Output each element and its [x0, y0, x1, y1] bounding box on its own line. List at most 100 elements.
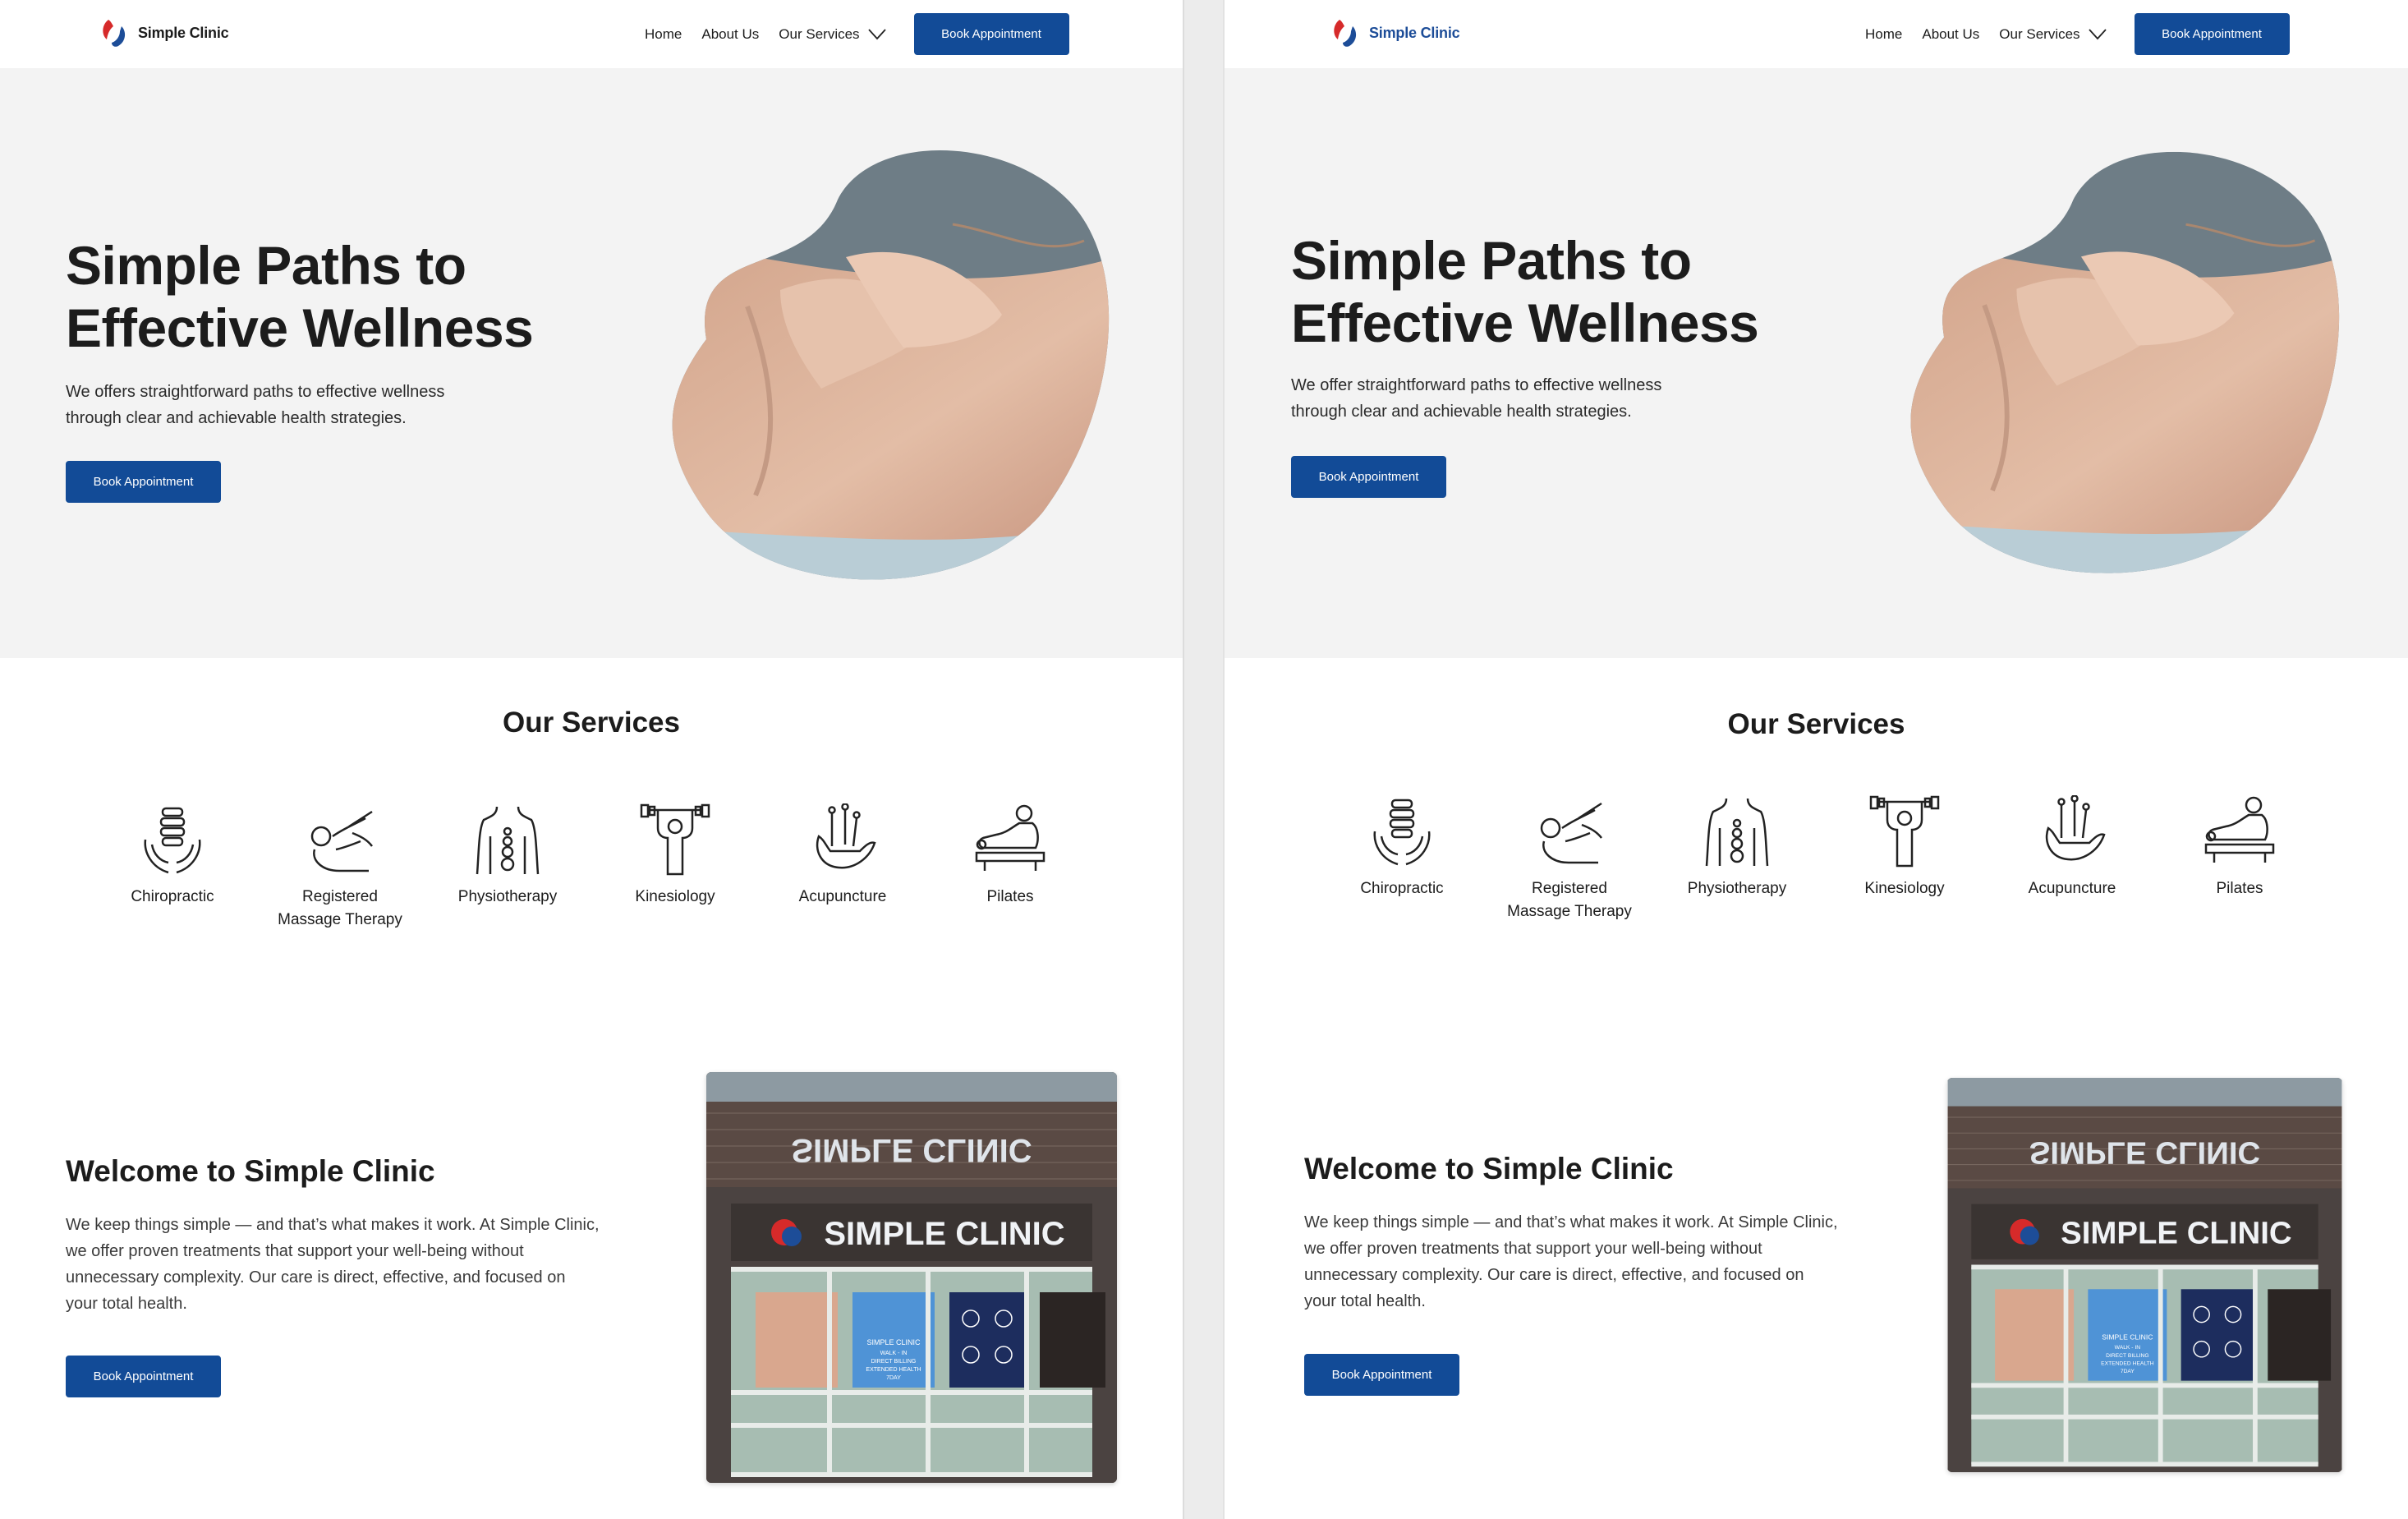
clinic-storefront-photo: SIMPLE CLINIC SIMPLE CLINIC SIMPLE CLINI… [706, 1072, 1117, 1483]
poster-text-4: EXTENDED HEALTH [2101, 1360, 2154, 1366]
service-label: Pilates [986, 888, 1034, 905]
design-panel-right: Simple Clinic Home About Us Our Services… [1225, 0, 2408, 1519]
service-kinesiology[interactable]: Kinesiology [591, 803, 759, 932]
book-appointment-welcome-button[interactable]: Book Appointment [66, 1356, 221, 1397]
service-label: Kinesiology [635, 888, 715, 905]
service-physiotherapy[interactable]: Physiotherapy [424, 803, 591, 932]
massage-icon [1540, 802, 1602, 864]
poster-text-1: SIMPLE CLINIC [2102, 1333, 2153, 1342]
brand-name: Simple Clinic [1369, 24, 1460, 41]
hero-title-line2: Effective Wellness [66, 297, 534, 358]
spine-hands-icon [144, 807, 201, 874]
chevron-down-icon [2088, 28, 2107, 39]
nav-services-dropdown[interactable]: Our Services [779, 25, 886, 43]
service-label: Registered Massage Therapy [1507, 880, 1632, 920]
hero-subtitle: We offer straightforward paths to effect… [1291, 372, 1751, 425]
nav-about[interactable]: About Us [701, 26, 759, 43]
hero-subtitle-line1: We offer straightforward paths to effect… [1291, 376, 1662, 394]
weightlifter-icon [1869, 795, 1940, 868]
service-label: Chiropractic [1360, 880, 1444, 897]
sign-reflection: SIMPLE CLINIC [2029, 1135, 2260, 1171]
hero-section: Simple Paths to Effective Wellness We of… [0, 68, 1183, 658]
clinic-sign: SIMPLE CLINIC [824, 1216, 1064, 1252]
book-appointment-hero-button[interactable]: Book Appointment [1291, 456, 1446, 498]
service-label: Pilates [2216, 880, 2263, 897]
book-appointment-hero-button[interactable]: Book Appointment [66, 461, 221, 503]
hero-subtitle-line1: We offers straightforward paths to effec… [66, 383, 445, 401]
nav-about[interactable]: About Us [1922, 26, 1979, 43]
chevron-down-icon [867, 28, 886, 39]
service-label: Registered Massage Therapy [278, 888, 402, 928]
reformer-icon [2204, 796, 2275, 863]
site-header: Simple Clinic Home About Us Our Services… [0, 0, 1183, 68]
welcome-body: We keep things simple — and that’s what … [66, 1216, 600, 1313]
poster-text-2: WALK - IN [2115, 1345, 2141, 1351]
service-label: Physiotherapy [1687, 880, 1787, 897]
main-nav: Home About Us Our Services Book Appointm… [1865, 13, 2290, 55]
services-title: Our Services [503, 707, 680, 739]
hero-title-line2: Effective Wellness [1291, 292, 1759, 353]
design-panel-left: Simple Clinic Home About Us Our Services… [0, 0, 1183, 1519]
service-pilates[interactable]: Pilates [2156, 795, 2323, 923]
hero-section: Simple Paths to Effective Wellness We of… [1225, 68, 2408, 658]
poster-text-2: WALK - IN [880, 1351, 908, 1356]
service-pilates[interactable]: Pilates [926, 803, 1094, 932]
hero-title-line1: Simple Paths to [1291, 230, 1692, 291]
hero-subtitle-line2: through clear and achievable health stra… [1291, 403, 1632, 421]
book-appointment-nav-button[interactable]: Book Appointment [913, 13, 1069, 55]
book-appointment-welcome-button[interactable]: Book Appointment [1304, 1354, 1459, 1396]
brand-name: Simple Clinic [138, 24, 229, 41]
massage-icon [310, 810, 373, 872]
massage-photo-blob [1910, 151, 2340, 573]
welcome-body: We keep things simple — and that’s what … [1304, 1213, 1838, 1310]
welcome-title: Welcome to Simple Clinic [1304, 1152, 1674, 1185]
weightlifter-icon [640, 803, 710, 876]
service-label: Chiropractic [131, 888, 214, 905]
service-acupuncture[interactable]: Acupuncture [759, 803, 926, 932]
service-chiropractic[interactable]: Chiropractic [1318, 795, 1486, 923]
poster-text-1: SIMPLE CLINIC [866, 1338, 921, 1346]
nav-home[interactable]: Home [645, 26, 682, 43]
poster-text-5: 7DAY [886, 1375, 901, 1381]
hero-title: Simple Paths to Effective Wellness [1291, 229, 1759, 354]
service-label: Physiotherapy [457, 888, 558, 905]
needles-hand-icon [2045, 795, 2106, 861]
spine-hands-icon [1373, 799, 1431, 866]
service-kinesiology[interactable]: Kinesiology [1821, 795, 1988, 923]
brand-logo[interactable]: Simple Clinic [1328, 15, 1460, 51]
book-appointment-nav-button[interactable]: Book Appointment [2134, 13, 2290, 55]
service-label: Acupuncture [2028, 880, 2116, 897]
hero-subtitle: We offers straightforward paths to effec… [66, 379, 526, 431]
service-acupuncture[interactable]: Acupuncture [1988, 795, 2156, 923]
clinic-storefront-photo: SIMPLE CLINIC SIMPLE CLINIC SIMPLE CLINI… [1947, 1078, 2342, 1472]
poster-text-3: DIRECT BILLING [871, 1359, 917, 1365]
torso-icon [476, 806, 540, 875]
service-physiotherapy[interactable]: Physiotherapy [1653, 795, 1821, 923]
site-header: Simple Clinic Home About Us Our Services… [1225, 0, 2408, 68]
hero-title: Simple Paths to Effective Wellness [66, 234, 534, 359]
sign-reflection: SIMPLE CLINIC [791, 1132, 1032, 1168]
service-label: Kinesiology [1864, 880, 1945, 897]
services-title: Our Services [1727, 708, 1905, 740]
poster-text-5: 7DAY [2121, 1369, 2135, 1374]
welcome-title: Welcome to Simple Clinic [66, 1154, 435, 1188]
nav-services-label: Our Services [779, 25, 860, 42]
service-massage[interactable]: Registered Massage Therapy [256, 803, 424, 932]
nav-services-label: Our Services [1999, 25, 2080, 42]
torso-icon [1705, 798, 1769, 867]
clinic-logo-icon [103, 20, 126, 47]
nav-home[interactable]: Home [1865, 26, 1902, 43]
nav-services-dropdown[interactable]: Our Services [1999, 25, 2107, 43]
brand-logo[interactable]: Simple Clinic [97, 15, 229, 51]
poster-text-4: EXTENDED HEALTH [866, 1367, 921, 1373]
service-chiropractic[interactable]: Chiropractic [89, 803, 256, 932]
services-list: Chiropractic Registered Massage Therapy … [89, 803, 1094, 932]
hero-subtitle-line2: through clear and achievable health stra… [66, 409, 407, 427]
service-massage[interactable]: Registered Massage Therapy [1486, 795, 1653, 923]
poster-text-3: DIRECT BILLING [2106, 1353, 2149, 1359]
reformer-icon [975, 804, 1045, 871]
service-label: Acupuncture [798, 888, 887, 905]
massage-photo-blob [672, 150, 1110, 580]
hero-title-line1: Simple Paths to [66, 235, 466, 296]
clinic-sign: SIMPLE CLINIC [2061, 1216, 2291, 1251]
